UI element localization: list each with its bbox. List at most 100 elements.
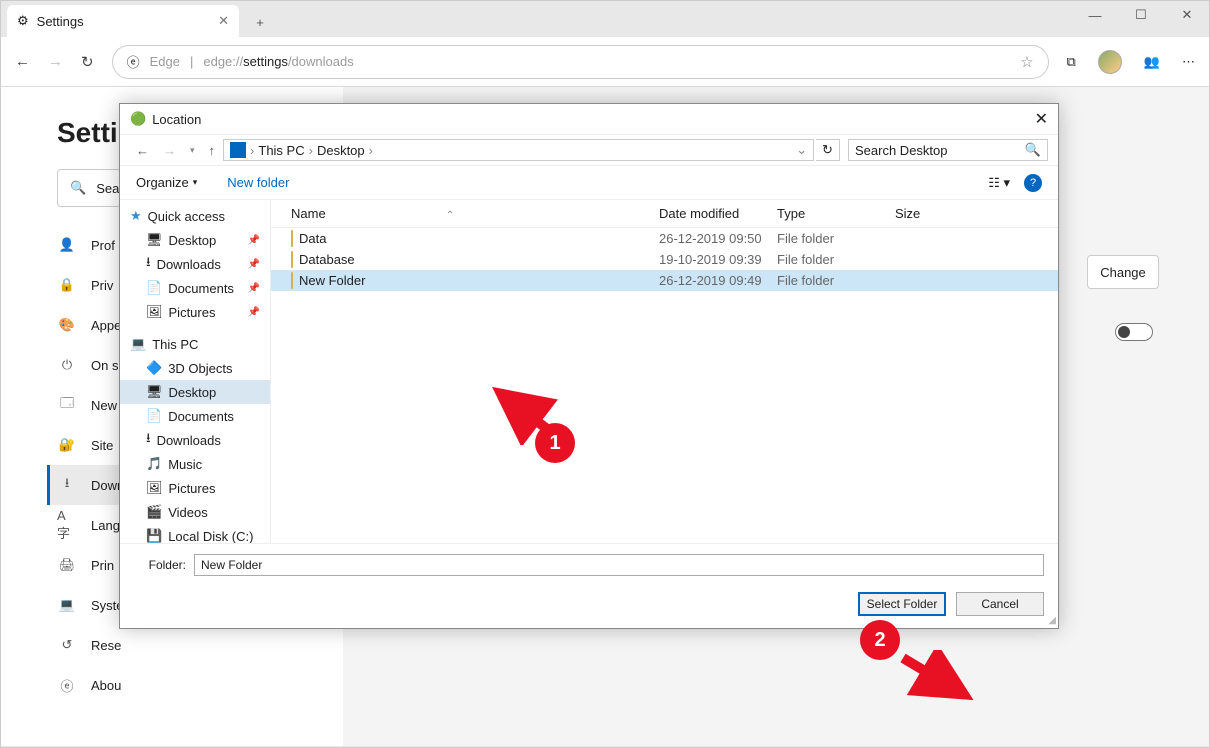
toggle-switch[interactable]	[1115, 323, 1153, 341]
browser-tab[interactable]: ⚙ Settings ✕	[7, 5, 239, 37]
settings-nav-item[interactable]: ⓔAbou	[57, 665, 343, 705]
edge-logo-icon: ⓔ	[127, 52, 140, 71]
folder-icon	[291, 251, 293, 268]
help-icon[interactable]: ?	[1024, 174, 1042, 192]
pin-icon: 📌	[248, 307, 260, 318]
settings-nav-item[interactable]: ↺ Rese	[57, 625, 343, 665]
tree-item[interactable]: 🖥Desktop📌	[120, 228, 270, 252]
folder-icon: ⭳	[146, 429, 151, 451]
tree-item[interactable]: 📄Documents📌	[120, 276, 270, 300]
organize-menu[interactable]: Organize ▾	[136, 175, 197, 190]
nav-icon: 🔒	[57, 277, 77, 293]
tree-item[interactable]: 🔷3D Objects	[120, 356, 270, 380]
window-close[interactable]: ✕	[1164, 0, 1210, 30]
search-folder-input[interactable]: Search Desktop 🔍	[848, 139, 1048, 161]
nav-icon: ↺	[57, 637, 77, 653]
tree-item[interactable]: 🖥Desktop	[120, 380, 270, 404]
nav-label: Priv	[91, 278, 113, 293]
tree-item[interactable]: 💾Local Disk (C:)	[120, 524, 270, 543]
folder-icon: 📄	[146, 280, 162, 296]
nav-forward-button: →	[157, 143, 182, 158]
folder-icon: 🖥	[146, 232, 163, 248]
collections-icon[interactable]: ⧉	[1067, 54, 1076, 70]
dialog-title: Location	[152, 112, 201, 127]
tab-title: Settings	[37, 14, 84, 29]
breadcrumb[interactable]: › This PC › Desktop › ⌄	[223, 139, 814, 161]
nav-label: Appe	[91, 318, 121, 333]
folder-icon: 🖥	[146, 384, 163, 400]
nav-icon: ⓔ	[57, 676, 77, 695]
address-bar[interactable]: ⓔ Edge | edge://settings/downloads ☆	[112, 45, 1049, 79]
pin-icon: 📌	[248, 235, 260, 246]
tree-item[interactable]: ⭳Downloads📌	[120, 252, 270, 276]
this-pc-header[interactable]: 💻This PC	[120, 332, 270, 356]
navigation-tree: ★Quick access 🖥Desktop📌⭳Downloads📌📄Docum…	[120, 200, 271, 543]
profile-avatar[interactable]	[1098, 50, 1122, 74]
back-button[interactable]: ←	[15, 53, 30, 70]
cancel-button[interactable]: Cancel	[956, 592, 1044, 616]
forward-button: →	[48, 53, 63, 70]
nav-icon: 🗔	[57, 394, 77, 416]
folder-icon: 🎬	[146, 504, 162, 520]
nav-icon: 🎨	[57, 317, 77, 333]
person-icon[interactable]: 👥	[1144, 54, 1160, 70]
nav-label: New	[91, 398, 117, 413]
folder-icon	[291, 272, 293, 289]
favorite-star-icon[interactable]: ☆	[1020, 53, 1033, 71]
quick-access-header[interactable]: ★Quick access	[120, 204, 270, 228]
nav-label: Site	[91, 438, 113, 453]
tree-item[interactable]: 📄Documents	[120, 404, 270, 428]
nav-icon: 💻	[57, 597, 77, 613]
folder-icon: 🎵	[146, 456, 162, 472]
folder-icon: 📄	[146, 408, 162, 424]
app-icon: 🟢	[130, 111, 146, 127]
nav-icon: ⏻	[57, 357, 77, 373]
new-folder-button[interactable]: New folder	[227, 175, 289, 190]
tree-item[interactable]: 🎬Videos	[120, 500, 270, 524]
new-tab-button[interactable]: +	[245, 7, 275, 37]
nav-icon: A字	[57, 508, 77, 542]
nav-label: On s	[91, 358, 118, 373]
column-headers[interactable]: Name⌃ Date modified Type Size	[271, 200, 1058, 228]
resize-grip-icon[interactable]: ◢	[1048, 615, 1056, 626]
dialog-close-icon[interactable]: ✕	[1035, 109, 1048, 129]
tree-item[interactable]: ⭳Downloads	[120, 428, 270, 452]
pin-icon: 📌	[248, 283, 260, 294]
folder-icon: 🖼	[146, 480, 163, 496]
folder-icon: 🖼	[146, 304, 163, 320]
tree-item[interactable]: 🖼Pictures📌	[120, 300, 270, 324]
tree-item[interactable]: 🖼Pictures	[120, 476, 270, 500]
folder-icon	[291, 230, 293, 247]
select-folder-button[interactable]: Select Folder	[858, 592, 946, 616]
edge-label: Edge	[150, 54, 180, 69]
folder-icon: ⭳	[146, 253, 151, 275]
nav-label: Lang	[91, 518, 120, 533]
window-maximize[interactable]: ☐	[1118, 0, 1164, 30]
nav-label: Rese	[91, 638, 121, 653]
pc-icon	[230, 142, 246, 158]
annotation-badge-2: 2	[860, 620, 900, 660]
folder-name-input[interactable]	[194, 554, 1044, 576]
history-dropdown-icon[interactable]: ▾	[184, 145, 201, 156]
folder-label: Folder:	[134, 558, 186, 572]
folder-icon: 💾	[146, 528, 162, 543]
nav-label: Prin	[91, 558, 114, 573]
file-row[interactable]: Data26-12-2019 09:50File folder	[271, 228, 1058, 249]
refresh-button[interactable]: ↻	[81, 53, 94, 71]
tab-close-icon[interactable]: ✕	[218, 13, 229, 29]
view-options-icon[interactable]: ☷ ▾	[988, 175, 1010, 191]
file-row[interactable]: New Folder26-12-2019 09:49File folder	[271, 270, 1058, 291]
pin-icon: 📌	[248, 259, 260, 270]
change-button[interactable]: Change	[1087, 255, 1159, 289]
tree-item[interactable]: 🎵Music	[120, 452, 270, 476]
breadcrumb-dropdown-icon[interactable]: ⌄	[796, 142, 807, 158]
nav-up-button[interactable]: ↑	[203, 143, 222, 158]
file-row[interactable]: Database19-10-2019 09:39File folder	[271, 249, 1058, 270]
nav-icon: 🖨	[57, 557, 77, 573]
nav-back-button[interactable]: ←	[130, 143, 155, 158]
gear-icon: ⚙	[17, 13, 29, 29]
more-menu-icon[interactable]: ⋯	[1182, 54, 1195, 70]
window-minimize[interactable]: —	[1072, 0, 1118, 30]
annotation-badge-1: 1	[535, 423, 575, 463]
refresh-location-button[interactable]: ↻	[816, 139, 840, 161]
